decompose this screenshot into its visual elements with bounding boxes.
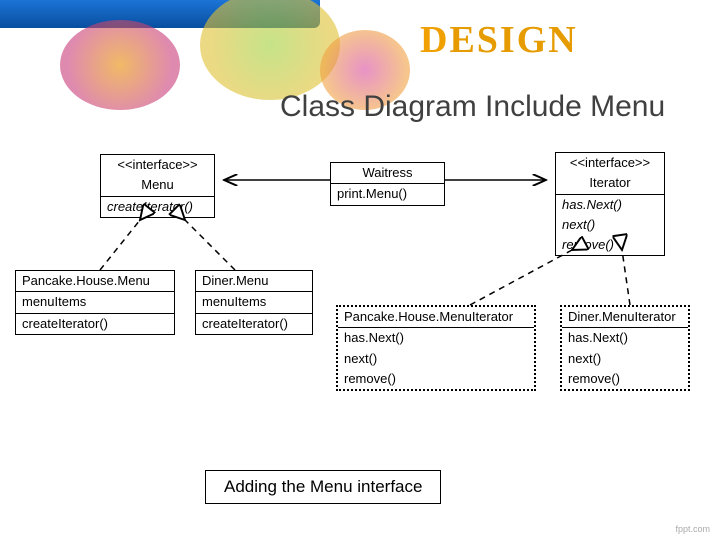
- class-name: Iterator: [556, 173, 664, 193]
- class-op: has.Next(): [556, 194, 664, 215]
- class-op: next(): [338, 349, 534, 369]
- logo-letter-d: D: [420, 19, 449, 61]
- class-op: remove(): [556, 235, 664, 255]
- class-op: next(): [562, 349, 688, 369]
- class-op: createIterator(): [101, 196, 214, 217]
- class-name: Pancake.House.Menu: [16, 271, 174, 291]
- class-waitress: Waitress print.Menu(): [330, 162, 445, 206]
- class-name: Menu: [101, 175, 214, 195]
- class-op: remove(): [562, 369, 688, 389]
- class-diner-iterator: Diner.MenuIterator has.Next() next() rem…: [560, 305, 690, 391]
- logo-rest: ESIGN: [449, 19, 577, 61]
- class-pancake-menu: Pancake.House.Menu menuItems createItera…: [15, 270, 175, 335]
- footer-watermark: fppt.com: [675, 524, 710, 534]
- class-name: Diner.Menu: [196, 271, 312, 291]
- class-op: next(): [556, 215, 664, 235]
- page-title: Class Diagram Include Menu: [280, 90, 665, 124]
- stereotype: <<interface>>: [556, 153, 664, 173]
- class-menu-interface: <<interface>> Menu createIterator(): [100, 154, 215, 218]
- class-pancake-iterator: Pancake.House.MenuIterator has.Next() ne…: [336, 305, 536, 391]
- class-attr: menuItems: [196, 291, 312, 312]
- class-diner-menu: Diner.Menu menuItems createIterator(): [195, 270, 313, 335]
- class-name: Waitress: [331, 163, 444, 183]
- class-op: has.Next(): [338, 327, 534, 348]
- header-blob: [200, 0, 340, 100]
- class-attr: menuItems: [16, 291, 174, 312]
- class-diagram: <<interface>> Menu createIterator() Wait…: [0, 150, 720, 440]
- class-op: createIterator(): [16, 313, 174, 334]
- class-op: print.Menu(): [331, 183, 444, 204]
- class-iterator-interface: <<interface>> Iterator has.Next() next()…: [555, 152, 665, 256]
- caption: Adding the Menu interface: [205, 470, 441, 504]
- class-op: remove(): [338, 369, 534, 389]
- class-op: createIterator(): [196, 313, 312, 334]
- header-blob: [60, 20, 180, 110]
- class-name: Diner.MenuIterator: [562, 307, 688, 327]
- class-op: has.Next(): [562, 327, 688, 348]
- logo: DESIGN: [420, 18, 578, 62]
- stereotype: <<interface>>: [101, 155, 214, 175]
- class-name: Pancake.House.MenuIterator: [338, 307, 534, 327]
